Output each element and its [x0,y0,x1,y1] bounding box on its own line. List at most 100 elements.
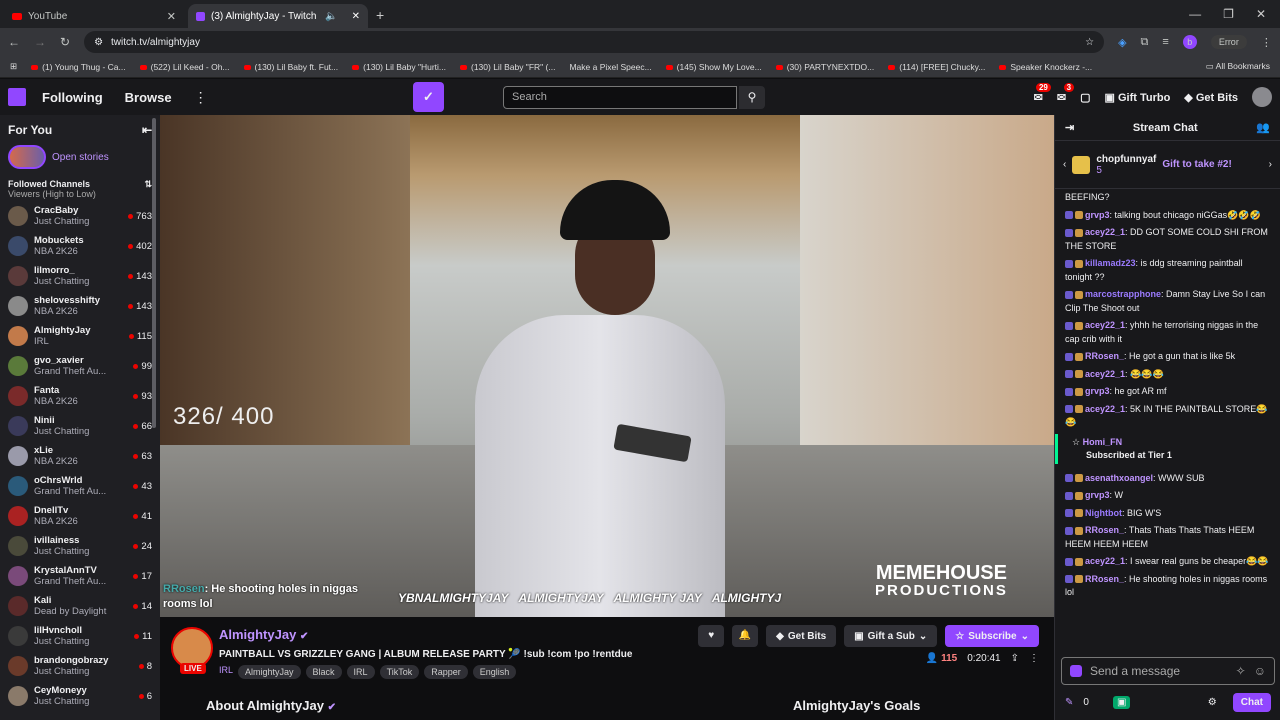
bookmark-item[interactable]: (130) Lil Baby "FR" (... [460,62,555,72]
bookmark-item[interactable]: (522) Lil Keed - Oh... [139,62,230,72]
apps-icon[interactable]: ⊞ [10,61,17,72]
forward-icon[interactable]: → [34,35,46,49]
tag[interactable]: TikTok [379,665,420,679]
sidebar-channel[interactable]: oChrsWrld Grand Theft Au... 43 [0,471,160,501]
sidebar-channel[interactable]: xLie NBA 2K26 63 [0,441,160,471]
search-input[interactable]: Search [503,86,737,109]
close-window-icon[interactable]: ✕ [1256,7,1266,21]
sidebar-channel[interactable]: CracBaby Just Chatting 763 [0,201,160,231]
profile-avatar[interactable]: b [1182,35,1197,49]
chat-username[interactable]: grvp3 [1085,210,1110,220]
category-link[interactable]: IRL [219,665,233,679]
sidebar-scrollbar[interactable] [152,118,156,428]
next-icon[interactable]: › [1269,159,1272,170]
sidebar-channel[interactable]: CeyMoneyy Just Chatting 6 [0,681,160,711]
collapse-chat-icon[interactable]: ⇥ [1065,121,1074,134]
tab-youtube[interactable]: YouTube ✕ [4,4,184,28]
bookmark-item[interactable]: (30) PARTYNEXTDO... [775,62,874,72]
chat-username[interactable]: RRosen_ [1085,574,1124,584]
chat-username[interactable]: killamadz23 [1085,258,1136,268]
menu-icon[interactable]: ⋮ [1261,36,1272,49]
twitch-logo-icon[interactable] [8,88,26,106]
users-icon[interactable]: 👥 [1256,121,1270,134]
gift-box-icon[interactable]: ▣ [1112,696,1131,709]
close-icon[interactable]: ✕ [167,10,176,23]
prime-icon[interactable]: ✓ [413,82,444,112]
all-bookmarks[interactable]: ▭ All Bookmarks [1206,61,1270,72]
sidebar-channel[interactable]: gvo_xavier Grand Theft Au... 99 [0,351,160,381]
puzzle-icon[interactable]: ⧉ [1141,36,1149,49]
inbox-icon[interactable]: ✉ 29 [1034,82,1051,104]
chat-username[interactable]: Nightbot [1085,508,1122,518]
get-bits-button[interactable]: ◆ Get Bits [1184,91,1238,104]
sort-icon[interactable]: ⇅ [144,179,152,199]
reading-list-icon[interactable]: ≡ [1162,36,1168,48]
sidebar-channel[interactable]: lilHvncholl Just Chatting 11 [0,621,160,651]
chat-username[interactable]: acey22_1 [1085,404,1125,414]
tab-twitch[interactable]: (3) AlmightyJay - Twitch 🔈 ✕ [188,4,368,28]
sidebar-channel[interactable]: AlmightyJay IRL 115 [0,321,160,351]
whispers-icon[interactable]: ▢ [1080,91,1090,104]
bookmark-item[interactable]: (1) Young Thug - Ca... [31,62,126,72]
bookmark-item[interactable]: Speaker Knockerz -... [999,62,1092,72]
notifications-bell-icon[interactable]: 🔔 [732,625,759,647]
bookmark-item[interactable]: (130) Lil Baby "Hurti... [352,62,446,72]
tag[interactable]: Rapper [424,665,468,679]
collapse-icon[interactable]: ⇤ [142,123,152,137]
search-icon[interactable]: ⚲ [739,86,765,109]
tag[interactable]: English [472,665,517,679]
sidebar-channel[interactable]: ivillainess Just Chatting 24 [0,531,160,561]
nav-following[interactable]: Following [42,90,103,105]
sidebar-channel[interactable]: Fanta NBA 2K26 93 [0,381,160,411]
chat-username[interactable]: grvp3 [1085,386,1110,396]
chat-username[interactable]: acey22_1 [1085,227,1125,237]
chat-username[interactable]: RRosen_ [1085,525,1124,535]
chat-username[interactable]: asenathxoangel [1085,473,1153,483]
sidebar-channel[interactable]: lilmorro_ Just Chatting 143 [0,261,160,291]
chat-username[interactable]: grvp3 [1085,490,1110,500]
bookmark-star-icon[interactable]: ☆ [1085,37,1094,48]
sparkle-icon[interactable]: ✧ [1236,664,1246,678]
chat-username[interactable]: acey22_1 [1085,556,1125,566]
more-options-icon[interactable]: ⋮ [1029,653,1039,664]
new-tab-button[interactable]: + [376,7,384,23]
sidebar-channel[interactable]: Ninii Just Chatting 66 [0,411,160,441]
chat-username[interactable]: marcostrapphone [1085,289,1161,299]
reload-icon[interactable]: ↻ [60,35,70,49]
follow-heart-icon[interactable]: ♥ [698,625,725,647]
bookmark-item[interactable]: (130) Lil Baby ft. Fut... [243,62,338,72]
bookmark-item[interactable]: (114) [FREE] Chucky... [888,62,985,72]
close-icon[interactable]: ✕ [352,11,360,22]
speaker-icon[interactable]: 🔈 [325,11,337,22]
restore-icon[interactable]: ❐ [1223,7,1234,21]
chat-username[interactable]: acey22_1 [1085,369,1125,379]
chat-input[interactable]: Send a message ✧ ☺ [1061,657,1275,685]
sidebar-channel[interactable]: brandongobrazy Just Chatting 8 [0,651,160,681]
extension-icon[interactable]: ◈ [1118,36,1126,49]
sidebar-channel[interactable]: DnellTv NBA 2K26 41 [0,501,160,531]
bookmark-item[interactable]: Make a Pixel Speec... [569,62,651,72]
channel-points-icon[interactable]: ✎ [1065,697,1073,708]
site-info-icon[interactable]: ⚙ [94,37,103,48]
notifications-icon[interactable]: ✉ 3 [1057,82,1075,104]
open-stories[interactable]: Open stories [0,145,160,169]
channel-name[interactable]: AlmightyJay ✔ [219,627,308,642]
url-field[interactable]: ⚙ twitch.tv/almightyjay ☆ [84,31,1105,53]
get-bits-button[interactable]: ◆ Get Bits [766,625,837,647]
error-badge[interactable]: Error [1210,35,1247,49]
chat-username[interactable]: RRosen_ [1085,351,1124,361]
emote-picker-icon[interactable]: ☺ [1254,664,1266,678]
gift-turbo-button[interactable]: ▣ Gift Turbo [1105,91,1171,104]
video-player[interactable]: 326/ 400 RRosen: He shooting holes in ni… [160,115,1054,617]
more-icon[interactable]: ⋮ [194,89,208,106]
chat-button[interactable]: Chat [1232,693,1271,712]
sidebar-channel[interactable]: Mobuckets NBA 2K26 402 [0,231,160,261]
user-avatar[interactable] [1252,87,1272,107]
tag[interactable]: Black [305,665,342,679]
share-icon[interactable]: ⇪ [1011,653,1019,664]
tag[interactable]: AlmightyJay [238,665,301,679]
pinned-gift-banner[interactable]: ‹ chopfunnyaf 5 Gift to take #2! › [1055,141,1280,189]
nav-browse[interactable]: Browse [125,90,172,105]
back-icon[interactable]: ← [8,35,20,49]
chat-emote-badge-icon[interactable] [1070,665,1082,677]
